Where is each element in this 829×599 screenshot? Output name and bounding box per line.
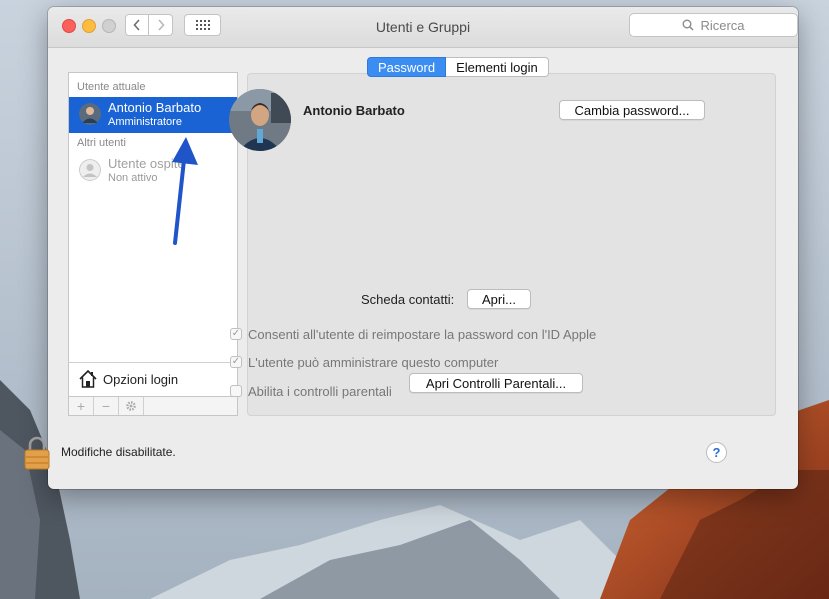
gear-icon	[126, 401, 136, 411]
checkbox-checked-icon[interactable]: ✓	[230, 328, 242, 340]
open-contact-button[interactable]: Apri...	[467, 289, 531, 309]
minus-icon: −	[101, 398, 111, 414]
option-parental-controls[interactable]: Abilita i controlli parentali	[230, 383, 392, 399]
tab-password[interactable]: Password	[367, 57, 447, 77]
option-label: Abilita i controlli parentali	[248, 383, 392, 399]
add-user-button[interactable]: +	[69, 397, 94, 415]
house-icon	[79, 369, 97, 388]
change-password-button[interactable]: Cambia password...	[559, 100, 705, 120]
login-options-label: Opzioni login	[103, 372, 179, 387]
login-options-row[interactable]: Opzioni login	[69, 362, 237, 397]
user-row-guest[interactable]: Utente ospite Non attivo	[69, 153, 237, 189]
search-icon	[682, 19, 694, 31]
user-profile-picture[interactable]	[229, 89, 291, 151]
actions-button[interactable]	[119, 397, 144, 415]
users-sidebar: Utente attuale Antonio Barbato Amministr…	[68, 72, 238, 416]
open-parental-controls-button[interactable]: Apri Controlli Parentali...	[409, 373, 583, 393]
search-placeholder: Ricerca	[700, 17, 745, 33]
sidebar-toolbar: + −	[69, 396, 237, 415]
guest-user-status: Non attivo	[108, 172, 158, 184]
option-label: L'utente può amministrare questo compute…	[248, 354, 499, 370]
guest-user-name: Utente ospite	[108, 156, 185, 171]
option-admin-computer[interactable]: ✓ L'utente può amministrare questo compu…	[230, 354, 498, 370]
padlock-icon[interactable]	[24, 436, 50, 470]
search-field[interactable]: Ricerca	[629, 13, 798, 37]
option-reset-password-apple-id[interactable]: ✓ Consenti all'utente di reimpostare la …	[230, 326, 596, 342]
plus-icon: +	[76, 398, 86, 414]
guest-avatar-icon	[79, 159, 101, 181]
question-mark-icon: ?	[712, 445, 721, 460]
user-full-name: Antonio Barbato	[303, 103, 405, 118]
tab-bar: Password Elementi login	[367, 57, 549, 77]
help-button[interactable]: ?	[706, 442, 727, 463]
current-user-name: Antonio Barbato	[108, 100, 202, 115]
title-bar: Utenti e Gruppi Ricerca	[48, 7, 798, 48]
lock-status-text: Modifiche disabilitate.	[61, 445, 176, 459]
user-avatar	[79, 103, 101, 125]
profile-photo	[229, 89, 291, 151]
contact-card-label: Scheda contatti:	[361, 292, 455, 307]
remove-user-button[interactable]: −	[94, 397, 119, 415]
user-row-current[interactable]: Antonio Barbato Amministratore	[69, 97, 237, 133]
other-users-header: Altri utenti	[77, 137, 126, 149]
current-user-role: Amministratore	[108, 116, 182, 128]
checkbox-unchecked-icon[interactable]	[230, 385, 242, 397]
tab-login-items[interactable]: Elementi login	[446, 57, 549, 77]
checkbox-checked-icon[interactable]: ✓	[230, 356, 242, 368]
option-label: Consenti all'utente di reimpostare la pa…	[248, 326, 597, 342]
current-user-header: Utente attuale	[77, 81, 146, 93]
users-groups-window: Utenti e Gruppi Ricerca Utente attuale A…	[48, 7, 798, 489]
